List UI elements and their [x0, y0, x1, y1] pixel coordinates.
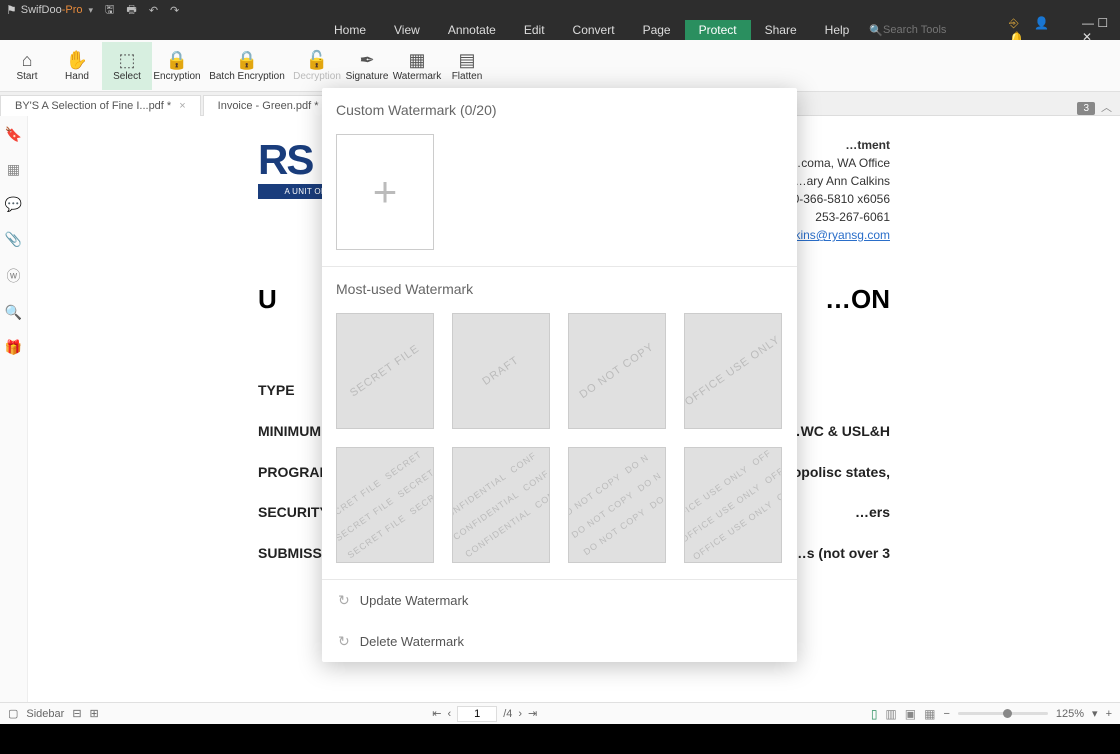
account-icon[interactable]: 👤: [1034, 16, 1049, 30]
watermark-preset-officeuse-tiled[interactable]: OFFICE USE ONLY OFFOFFICE USE ONLY OFFOF…: [684, 447, 782, 563]
zoom-in-icon[interactable]: +: [1106, 708, 1112, 720]
watermark-icon: ▦: [408, 49, 425, 71]
last-page-icon[interactable]: ⇥: [528, 707, 537, 720]
watermark-preset-secret-tiled[interactable]: SECRET FILE SECRETSECRET FILE SECRETSECR…: [336, 447, 434, 563]
most-used-watermark-header: Most-used Watermark: [322, 267, 797, 305]
page-total: /4: [503, 708, 512, 720]
menu-share[interactable]: Share: [751, 20, 811, 40]
menu-protect[interactable]: Protect: [685, 20, 751, 40]
tool-signature[interactable]: ✒Signature: [342, 42, 392, 90]
tool-hand[interactable]: ✋Hand: [52, 42, 102, 90]
page-number-input[interactable]: [457, 706, 497, 722]
search-tools[interactable]: 🔍: [869, 24, 1003, 37]
chevron-up-icon[interactable]: ︿: [1101, 99, 1112, 115]
menu-page[interactable]: Page: [629, 20, 685, 40]
lock-icon: 🔒: [166, 49, 188, 71]
watermark-preset-donotcopy-tiled[interactable]: DO NOT COPY DO NDO NOT COPY DO NDO NOT C…: [568, 447, 666, 563]
gift-icon[interactable]: ⎆: [1009, 16, 1019, 30]
tool-start[interactable]: ⌂Start: [2, 42, 52, 90]
watermark-preset-donotcopy[interactable]: DO NOT COPY: [568, 313, 666, 429]
close-icon[interactable]: ×: [179, 100, 185, 112]
comments-icon[interactable]: 💬: [5, 196, 22, 213]
view-book-icon[interactable]: ▦: [924, 707, 935, 721]
watermark-preset-confidential-tiled[interactable]: CONFIDENTIAL CONFCONFIDENTIAL CONFCONFID…: [452, 447, 550, 563]
menu-help[interactable]: Help: [811, 20, 864, 40]
tool-watermark[interactable]: ▦Watermark: [392, 42, 442, 90]
refresh-icon: ↻: [338, 592, 350, 609]
tool-flatten[interactable]: ▤Flatten: [442, 42, 492, 90]
watermark-panel: Custom Watermark (0/20) + Most-used Wate…: [322, 88, 797, 662]
save-icon[interactable]: 🖫: [105, 1, 114, 20]
bookmark-icon[interactable]: 🔖: [5, 126, 22, 143]
cursor-icon: ⬚: [118, 49, 135, 71]
search-input[interactable]: [883, 24, 1003, 36]
app-logo-icon: ⚑: [6, 3, 17, 17]
page-count-badge: 3: [1077, 102, 1095, 115]
delete-watermark-button[interactable]: ↻Delete Watermark: [322, 621, 797, 662]
left-sidebar: 🔖 ▦ 💬 📎 ⓦ 🔍 🎁: [0, 116, 28, 702]
custom-watermark-header: Custom Watermark (0/20): [322, 88, 797, 126]
expand-right-icon[interactable]: ⊞: [90, 707, 99, 720]
menu-home[interactable]: Home: [320, 20, 380, 40]
redo-icon[interactable]: ↷: [170, 4, 179, 17]
sidebar-toggle-icon[interactable]: ▢: [8, 707, 18, 720]
attachment-icon[interactable]: 📎: [5, 231, 22, 248]
view-continuous-icon[interactable]: ▥: [885, 707, 896, 721]
menu-view[interactable]: View: [380, 20, 434, 40]
word-icon[interactable]: ⓦ: [7, 266, 21, 286]
app-name: SwifDoo-Pro: [21, 4, 83, 16]
zoom-slider[interactable]: [958, 712, 1048, 715]
undo-icon[interactable]: ↶: [149, 4, 158, 17]
watermark-preset-officeuse[interactable]: OFFICE USE ONLY: [684, 313, 782, 429]
unlock-icon: 🔓: [306, 49, 328, 71]
add-watermark-button[interactable]: +: [336, 134, 434, 250]
tool-decryption: 🔓Decryption: [292, 42, 342, 90]
thumbnails-icon[interactable]: ▦: [7, 161, 20, 178]
tool-select[interactable]: ⬚Select: [102, 42, 152, 90]
view-facing-icon[interactable]: ▣: [905, 707, 916, 721]
tool-batch-encryption[interactable]: 🔒Batch Encryption: [202, 42, 292, 90]
statusbar: ▢ Sidebar ⊟ ⊞ ⇤ ‹ /4 › ⇥ ▯ ▥ ▣ ▦ − 125% …: [0, 702, 1120, 724]
maximize-button[interactable]: ☐: [1097, 16, 1108, 30]
view-single-icon[interactable]: ▯: [871, 707, 878, 721]
collapse-left-icon[interactable]: ⊟: [72, 707, 81, 720]
tool-encryption[interactable]: 🔒Encryption: [152, 42, 202, 90]
search-icon: 🔍: [869, 24, 883, 37]
search-side-icon[interactable]: 🔍: [5, 304, 22, 321]
zoom-value: 125%: [1056, 708, 1084, 720]
flatten-icon: ▤: [458, 49, 475, 71]
update-watermark-button[interactable]: ↻Update Watermark: [322, 580, 797, 621]
watermark-preset-draft[interactable]: DRAFT: [452, 313, 550, 429]
zoom-dropdown-icon[interactable]: ▾: [1092, 707, 1098, 720]
gift-side-icon[interactable]: 🎁: [5, 339, 22, 356]
menu-convert[interactable]: Convert: [559, 20, 629, 40]
menu-annotate[interactable]: Annotate: [434, 20, 510, 40]
zoom-out-icon[interactable]: −: [943, 708, 949, 720]
prev-page-icon[interactable]: ‹: [448, 708, 452, 720]
watermark-preset-secret[interactable]: SECRET FILE: [336, 313, 434, 429]
doc-tab-0[interactable]: BY'S A Selection of Fine I...pdf *×: [0, 95, 201, 116]
refresh-icon: ↻: [338, 633, 350, 650]
minimize-button[interactable]: —: [1082, 16, 1094, 30]
menubar: Home View Annotate Edit Convert Page Pro…: [0, 20, 1120, 40]
toolbar: ⌂Start ✋Hand ⬚Select 🔒Encryption 🔒Batch …: [0, 40, 1120, 92]
print-icon[interactable]: 🖶: [126, 1, 136, 20]
lock-batch-icon: 🔒: [236, 49, 258, 71]
next-page-icon[interactable]: ›: [518, 708, 522, 720]
sidebar-label: Sidebar: [26, 708, 64, 720]
menu-edit[interactable]: Edit: [510, 20, 559, 40]
hand-icon: ✋: [66, 49, 88, 71]
titlebar: ⚑ SwifDoo-Pro ▾ 🖫 🖶 ↶ ↷: [0, 0, 1120, 20]
app-dropdown-icon[interactable]: ▾: [89, 5, 94, 16]
home-icon: ⌂: [22, 49, 33, 71]
signature-icon: ✒: [359, 49, 374, 71]
first-page-icon[interactable]: ⇤: [432, 707, 441, 720]
